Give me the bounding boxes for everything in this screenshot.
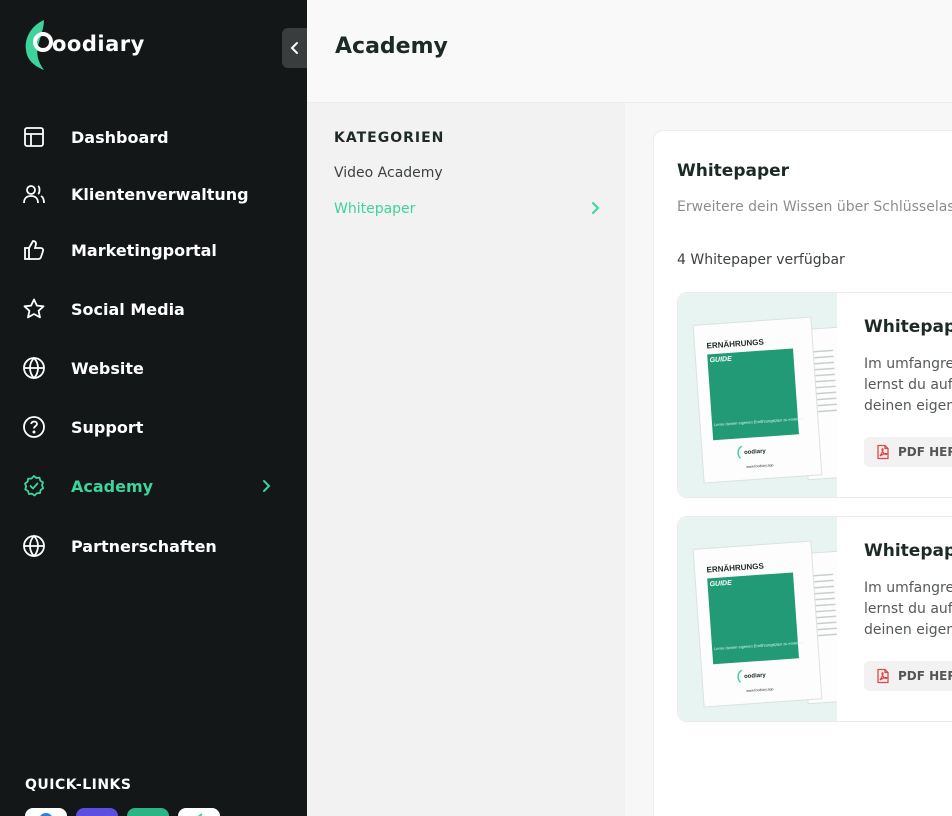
pdf-file-icon: [877, 668, 889, 684]
whitepaper-card[interactable]: ERNÄHRUNGS GUIDE Lerne deinen eigenen Er…: [677, 292, 952, 498]
badge-check-icon: [24, 475, 45, 497]
quicklink-2[interactable]: [76, 808, 118, 816]
pdf-button-label: PDF HERU: [898, 669, 952, 683]
whitepaper-description: Im umfangrei lernst du auf deinen eigene: [864, 578, 952, 641]
sidebar-item-marketingportal[interactable]: Marketingportal: [0, 228, 307, 272]
thumbs-up-icon: [24, 240, 45, 260]
users-icon: [23, 185, 45, 204]
whitepaper-cover-image: ERNÄHRUNGS GUIDE Lerne deinen eigenen Er…: [678, 517, 837, 721]
category-whitepaper[interactable]: Whitepaper: [334, 201, 415, 217]
whitepaper-count: 4 Whitepaper verfügbar: [677, 252, 845, 268]
whitepaper-title: Whitepape: [864, 541, 952, 561]
desc-line: lernst du auf: [864, 601, 952, 617]
leaf-logo-icon: [25, 20, 53, 70]
sidebar-item-label: Klientenverwaltung: [71, 184, 249, 204]
desc-line: lernst du auf: [864, 377, 952, 393]
sidebar-item-dashboard[interactable]: Dashboard: [0, 115, 307, 159]
page-title: Academy: [335, 34, 448, 59]
sidebar-item-klientenverwaltung[interactable]: Klientenverwaltung: [0, 172, 307, 216]
quicklink-4[interactable]: [178, 808, 220, 816]
logo-text: oodiary: [52, 32, 145, 56]
content-area: Whitepaper Erweitere dein Wissen über Sc…: [625, 103, 952, 816]
sidebar-item-academy[interactable]: Academy: [0, 464, 307, 508]
sidebar-item-social-media[interactable]: Social Media: [0, 287, 307, 331]
desc-line: deinen eigene: [864, 622, 952, 638]
categories-title: KATEGORIEN: [334, 130, 445, 146]
desc-line: deinen eigene: [864, 398, 952, 414]
chevron-right-icon: [592, 202, 600, 214]
sidebar-item-label: Support: [71, 417, 144, 437]
sidebar-item-support[interactable]: Support: [0, 405, 307, 449]
quicklink-3[interactable]: [127, 808, 169, 816]
pdf-download-button[interactable]: PDF HERU: [864, 437, 952, 467]
collapse-sidebar-button[interactable]: [282, 28, 308, 68]
whitepaper-panel: Whitepaper Erweitere dein Wissen über Sc…: [653, 130, 952, 816]
sidebar-item-label: Dashboard: [71, 127, 169, 147]
sidebar-item-partnerschaften[interactable]: Partnerschaften: [0, 524, 307, 568]
pdf-download-button[interactable]: PDF HERU: [864, 661, 952, 691]
globe-icon: [23, 534, 45, 558]
panel-title: Whitepaper: [677, 161, 790, 181]
category-video-academy[interactable]: Video Academy: [334, 165, 443, 181]
sidebar-item-website[interactable]: Website: [0, 346, 307, 390]
leaf-icon: [198, 813, 203, 816]
pdf-button-label: PDF HERU: [898, 445, 952, 459]
chevron-left-icon: [290, 42, 298, 54]
logo[interactable]: oodiary: [24, 16, 145, 72]
star-icon: [23, 298, 45, 319]
layout-icon: [24, 127, 44, 147]
page-header: Academy: [307, 0, 952, 103]
categories-panel: KATEGORIEN Video Academy Whitepaper: [307, 103, 625, 816]
desc-line: Im umfangrei: [864, 356, 952, 372]
sidebar: oodiary Dashboard Klientenverwaltung Mar…: [0, 0, 308, 816]
sidebar-item-label: Marketingportal: [71, 240, 217, 260]
globe-icon: [23, 356, 45, 380]
sidebar-item-label: Academy: [71, 476, 154, 496]
whitepaper-title: Whitepape: [864, 317, 952, 337]
quicklink-icon: [40, 813, 52, 816]
desc-line: Im umfangrei: [864, 580, 952, 596]
sidebar-item-label: Partnerschaften: [71, 536, 217, 556]
help-circle-icon: [23, 416, 45, 438]
panel-description: Erweitere dein Wissen über Schlüsselasp: [677, 199, 952, 215]
quicklinks-title: QUICK-LINKS: [25, 777, 132, 793]
whitepaper-description: Im umfangrei lernst du auf deinen eigene: [864, 354, 952, 417]
pdf-file-icon: [877, 444, 889, 460]
chevron-right-icon: [263, 480, 271, 492]
sidebar-item-label: Social Media: [71, 299, 185, 319]
whitepaper-cover-image: ERNÄHRUNGS GUIDE Lerne deinen eigenen Er…: [678, 293, 837, 497]
sidebar-item-label: Website: [71, 358, 144, 378]
quicklink-1[interactable]: [25, 808, 67, 816]
whitepaper-card[interactable]: ERNÄHRUNGS GUIDE Lerne deinen eigenen Er…: [677, 516, 952, 722]
